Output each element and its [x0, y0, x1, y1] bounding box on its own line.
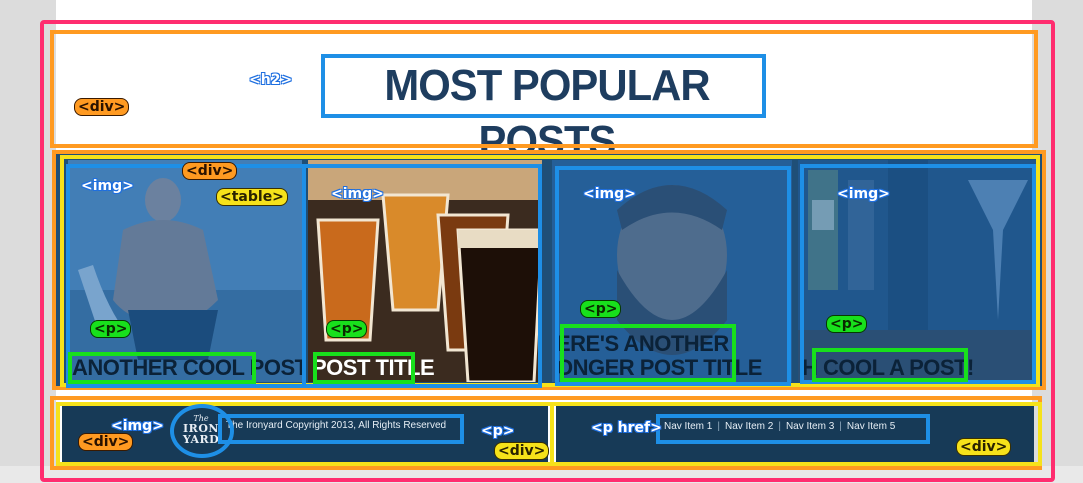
section-heading: MOST POPULAR POSTS [384, 61, 710, 166]
copyright-text: The Ironyard Copyright 2013, All Rights … [226, 420, 447, 431]
img-tag: <img> [111, 418, 164, 434]
img-tag: <img> [837, 186, 890, 202]
post-title-line-1: ERE'S ANOTHER [556, 331, 729, 356]
logo-bottom-text: YARD [182, 433, 220, 446]
post-title-line-2: ONGER POST TITLE [556, 355, 762, 380]
nav-item-1[interactable]: Nav Item 1 [664, 421, 712, 432]
div-tag: <div> [74, 98, 130, 116]
h2-tag: <h2> [249, 72, 293, 88]
nav-item-5[interactable]: Nav Item 5 [847, 421, 895, 432]
div-tag: <div> [956, 438, 1012, 456]
p-tag: <p> [90, 320, 132, 338]
nav-item-2[interactable]: Nav Item 2 [725, 421, 773, 432]
nav-separator: | [839, 421, 842, 432]
img-tag: <img> [583, 186, 636, 202]
nav-separator: | [778, 421, 781, 432]
nav-item-3[interactable]: Nav Item 3 [786, 421, 834, 432]
img-tag: <img> [81, 178, 134, 194]
footer-nav: Nav Item 1 | Nav Item 2 | Nav Item 3 | N… [664, 421, 895, 432]
img-tag: <img> [331, 186, 384, 202]
page-bottom-strip [0, 466, 1083, 483]
nav-separator: | [717, 421, 720, 432]
p-tag: <p> [481, 423, 515, 439]
iron-yard-logo[interactable]: The IRON YARD [178, 406, 224, 454]
p-href-tag: <p href> [591, 420, 662, 436]
post-title[interactable]: ERE'S ANOTHER ONGER POST TITLE [556, 332, 762, 380]
p-tag: <p> [580, 300, 622, 318]
post-title[interactable]: ANOTHER COOL POST [72, 356, 302, 380]
table-tag: <table> [216, 188, 288, 206]
post-title[interactable]: H COOL A POST! [802, 356, 974, 380]
p-tag: <p> [826, 315, 868, 333]
div-tag: <div> [494, 442, 550, 460]
post-title[interactable]: POST TITLE [312, 356, 435, 380]
div-tag: <div> [78, 433, 134, 451]
p-tag: <p> [326, 320, 368, 338]
div-tag: <div> [182, 162, 238, 180]
